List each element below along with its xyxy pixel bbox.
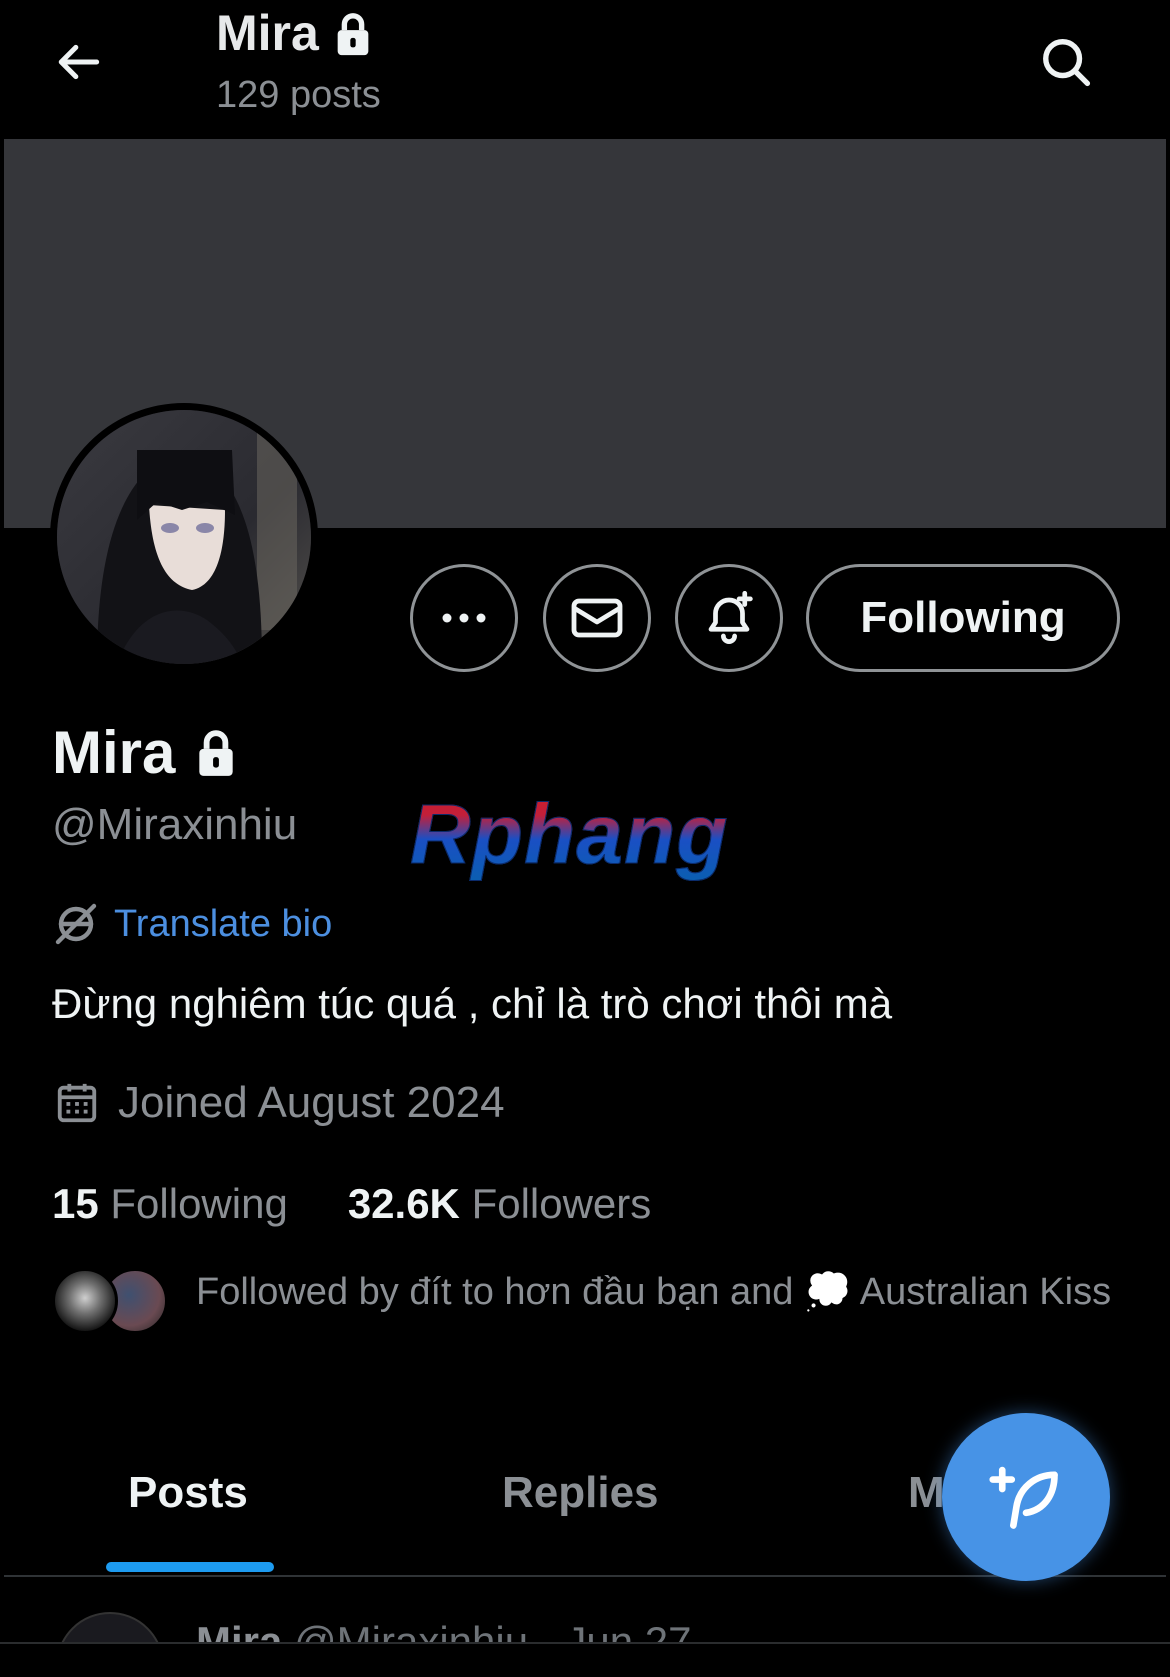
profile-handle: @Miraxinhiu [52,800,298,849]
lock-icon [337,12,369,55]
followed-by-text[interactable]: Followed by đít to hơn đầu bạn and 💭 Aus… [196,1268,1116,1316]
bell-plus-icon [708,591,753,644]
calendar-icon [57,1083,97,1123]
following-stat[interactable]: 15 Following [52,1180,288,1228]
compose-post-button[interactable] [942,1413,1110,1581]
following-count: 15 [52,1180,99,1227]
joined-text: Joined August 2024 [118,1078,505,1127]
feather-plus-icon [989,1466,1058,1529]
header-name: Mira [216,5,319,61]
post-preview-header: Mira @Miraxinhiu · Jun 27 [196,1618,692,1642]
profile-display-name: Mira [52,718,237,787]
bottom-divider [0,1642,1170,1677]
tab-posts[interactable]: Posts [128,1468,248,1518]
followers-count: 32.6K [347,1180,460,1227]
avatar-image [57,410,311,664]
translate-bio-label: Translate bio [114,902,333,945]
globe-slash-icon [55,903,97,945]
followers-label: Followers [471,1180,652,1227]
back-button[interactable] [48,30,112,94]
follow-stats: 15 Following 32.6K Followers [52,1180,651,1228]
following-label: Following [110,1180,288,1227]
more-dots-icon [442,613,486,623]
lock-icon [199,729,234,776]
tab-replies[interactable]: Replies [502,1468,659,1518]
post-author-name: Mira [196,1618,283,1642]
followers-stat[interactable]: 32.6K Followers [348,1180,651,1228]
profile-bio: Đừng nghiêm túc quá , chỉ là trò chơi th… [52,980,893,1027]
post-meta: @Miraxinhiu · Jun 27 [294,1618,692,1642]
watermark-logo: Rphang [410,787,729,882]
joined-date: Joined August 2024 [54,1078,505,1128]
search-button[interactable] [1034,30,1098,94]
avatar [52,1268,118,1334]
tab-media[interactable]: M [908,1468,945,1518]
active-tab-indicator [106,1562,274,1572]
translate-bio-link[interactable]: Translate bio [52,900,332,948]
arrow-left-icon [58,44,100,80]
notifications-button[interactable] [675,564,783,672]
following-button[interactable]: Following [806,564,1120,672]
display-name-text: Mira [52,719,176,786]
message-button[interactable] [543,564,651,672]
search-icon [1043,39,1091,87]
profile-avatar[interactable] [50,403,318,671]
top-bar: Mira 129 posts [0,0,1170,138]
post-preview[interactable]: Mira @Miraxinhiu · Jun 27 [0,1600,1170,1642]
envelope-icon [571,598,623,638]
avatar [56,1612,164,1642]
more-options-button[interactable] [410,564,518,672]
tabs-divider [4,1575,1166,1577]
header-post-count: 129 posts [216,74,381,116]
header-title: Mira [216,6,373,61]
